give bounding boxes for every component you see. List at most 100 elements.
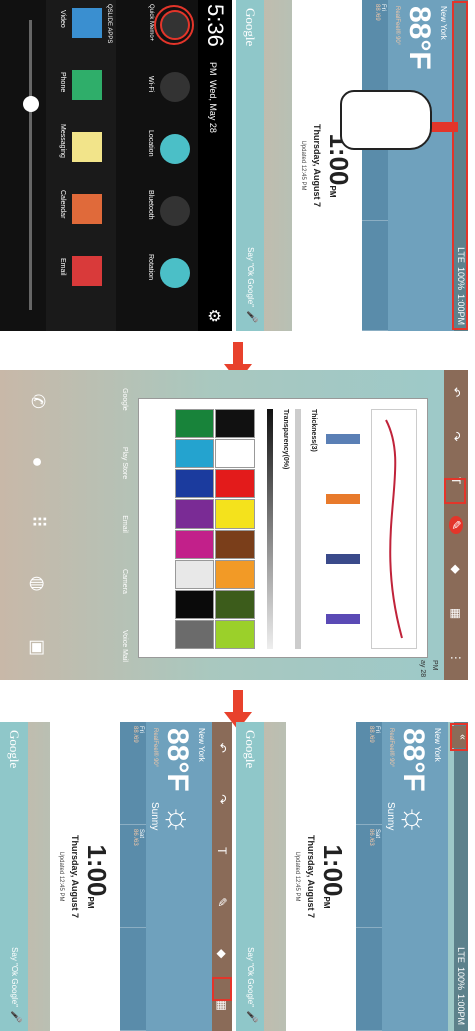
clock-date: Thursday, August 7: [312, 123, 322, 207]
mic-icon[interactable]: 🎤: [246, 311, 257, 323]
pen-tool-icon[interactable]: ✎: [449, 515, 463, 534]
weather-widget[interactable]: New York 88°F RealFeel® 90° ☼ Sunny Fri 8…: [120, 722, 212, 1031]
weather-temp: 88°F: [403, 6, 436, 70]
forecast-row: Fri88 /69☀ Sat86 /63: [362, 0, 388, 331]
undo-icon[interactable]: ↶: [215, 739, 229, 757]
color-swatch[interactable]: [175, 469, 215, 499]
transparency-slider[interactable]: [267, 409, 273, 649]
eraser-icon[interactable]: ◆: [449, 560, 463, 578]
apps-drawer-icon[interactable]: ⠿: [28, 515, 49, 528]
mic-icon[interactable]: 🎤: [10, 1011, 21, 1023]
nav-bar: ✆ ● ⠿ ◍ ▣: [8, 370, 68, 680]
undo-icon[interactable]: ↶: [449, 383, 463, 401]
memo-toolbar: ↶ ↷ T ✎ ◆ ▦ ⋮: [444, 370, 468, 680]
pen-tool-icon[interactable]: ✎: [215, 893, 229, 911]
status-bar[interactable]: LTE 100% 1:00PM: [454, 722, 468, 1031]
color-swatch[interactable]: [175, 409, 215, 439]
color-swatch[interactable]: [175, 499, 215, 529]
quick-memo-highlight: [154, 5, 194, 45]
color-swatch[interactable]: [215, 529, 255, 559]
color-swatch[interactable]: [215, 559, 255, 589]
brightness-slider[interactable]: [29, 20, 32, 310]
toggle-location[interactable]: [160, 134, 190, 164]
google-search-bar[interactable]: Google Say "Ok Google" 🎤: [236, 0, 264, 331]
google-search-bar[interactable]: Google Say "Ok Google" 🎤: [0, 722, 28, 1031]
google-search-bar[interactable]: Google Say "Ok Google" 🎤: [236, 722, 264, 1031]
redo-icon[interactable]: ↷: [449, 427, 463, 445]
messaging-icon[interactable]: ▣: [28, 639, 49, 656]
tab-handle-highlight: [450, 723, 468, 751]
pen-tool-highlight: [444, 478, 466, 504]
clock-updated: Updated 12:45 PM: [300, 140, 306, 191]
thickness-label: Thickness(3): [310, 409, 317, 452]
color-swatch[interactable]: [215, 619, 255, 649]
color-palette: [175, 409, 255, 649]
pen-types: [323, 409, 363, 649]
color-swatch[interactable]: [175, 589, 215, 619]
statusbar-highlight: [452, 1, 468, 330]
sunny-icon: ☼: [160, 804, 198, 836]
toggle-bluetooth[interactable]: [160, 196, 190, 226]
mic-icon[interactable]: 🎤: [246, 1011, 257, 1023]
app-phone[interactable]: [72, 70, 102, 100]
clock-widget[interactable]: 1:00PM Thursday, August 7 Updated 12:45 …: [292, 0, 362, 331]
weather-widget[interactable]: New York 88°F RealFeel® 90° ☼ Sunny Fri 8…: [356, 722, 448, 1031]
clock-ampm: PM: [328, 185, 337, 198]
hand-icon: [340, 90, 432, 150]
color-swatch[interactable]: [175, 619, 215, 649]
color-swatch[interactable]: [175, 559, 215, 589]
app-messaging[interactable]: [72, 132, 102, 162]
sunny-icon: ☼: [396, 804, 434, 836]
background-icon[interactable]: ▦: [449, 605, 463, 623]
background-tool-highlight: [212, 977, 232, 1001]
thickness-slider[interactable]: [295, 409, 301, 649]
panel-swipe-statusbar: LTE 100% 1:00PM New York 88°F RealFeel® …: [236, 0, 468, 331]
google-logo: Google: [243, 8, 258, 47]
notif-ampm: PM: [208, 62, 218, 76]
brush-icon[interactable]: [326, 554, 360, 564]
redo-icon[interactable]: ↷: [215, 790, 229, 808]
panel-memo-tools: ↶ ↷ T ✎ ◆ ▦ ⋮ Thickness(3) Transparency(…: [0, 370, 468, 680]
transparency-label: Transparency(0%): [282, 409, 289, 470]
pencil-icon[interactable]: [326, 434, 360, 444]
app-email[interactable]: [72, 256, 102, 286]
notif-time: 5:36: [203, 4, 228, 47]
panel-tools-collapsed: ↶ ↷ T ✎ ◆ ▦ New York 88°F RealFeel® 90° …: [0, 722, 232, 1031]
color-swatch[interactable]: [215, 499, 255, 529]
settings-icon[interactable]: ⚙: [204, 309, 224, 323]
color-swatch[interactable]: [175, 529, 215, 559]
weather-widget[interactable]: New York 88°F RealFeel® 90° Fri88 /69☀ S…: [362, 0, 454, 331]
clock-widget[interactable]: 1:00PM Thursday, August 7 Updated 12:45 …: [286, 722, 356, 1031]
color-swatch[interactable]: [215, 439, 255, 469]
brightness-thumb[interactable]: [23, 96, 39, 112]
qslide-label: QSLIDE APPS: [106, 4, 112, 44]
app-video[interactable]: [72, 8, 102, 38]
color-swatch[interactable]: [215, 409, 255, 439]
more-icon[interactable]: ⋮: [449, 649, 463, 667]
toggle-wifi[interactable]: [160, 72, 190, 102]
panel-notification: 5:36 PM Wed, May 28 ⚙ Quick Memo+ Wi-Fi …: [0, 0, 232, 331]
text-tool-icon[interactable]: T: [215, 842, 229, 860]
weather-realfeel: RealFeel® 90°: [394, 6, 400, 46]
color-swatch[interactable]: [215, 589, 255, 619]
app-dock: Google Play Store Email Camera Voice Mai…: [121, 388, 128, 662]
tutorial-figure: { "status": {"signal": "LTE", "battery":…: [0, 0, 475, 1031]
color-swatch[interactable]: [215, 469, 255, 499]
weather-city: New York: [439, 6, 448, 40]
app-calendar[interactable]: [72, 194, 102, 224]
stroke-preview-line: [385, 419, 403, 639]
quick-toggles: Quick Memo+ Wi-Fi Location Bluetooth Rot…: [122, 0, 194, 331]
highlighter-icon[interactable]: [326, 614, 360, 624]
clock-widget[interactable]: 1:00PM Thursday, August 7 Updated 12:45 …: [50, 722, 120, 1031]
marker-icon[interactable]: [326, 494, 360, 504]
toggle-rotation[interactable]: [160, 258, 190, 288]
eraser-icon[interactable]: ◆: [215, 945, 229, 963]
chrome-icon[interactable]: ◍: [28, 576, 49, 592]
color-swatch[interactable]: [175, 439, 215, 469]
ok-google-hint: Say "Ok Google": [246, 247, 255, 307]
phone-app-icon[interactable]: ✆: [28, 394, 49, 409]
contacts-icon[interactable]: ●: [28, 457, 49, 468]
notification-header: 5:36 PM Wed, May 28 ⚙: [198, 0, 232, 331]
notif-date: Wed, May 28: [208, 80, 218, 133]
qslide-apps: QSLIDE APPS Video Phone Messaging Calend…: [46, 0, 116, 331]
